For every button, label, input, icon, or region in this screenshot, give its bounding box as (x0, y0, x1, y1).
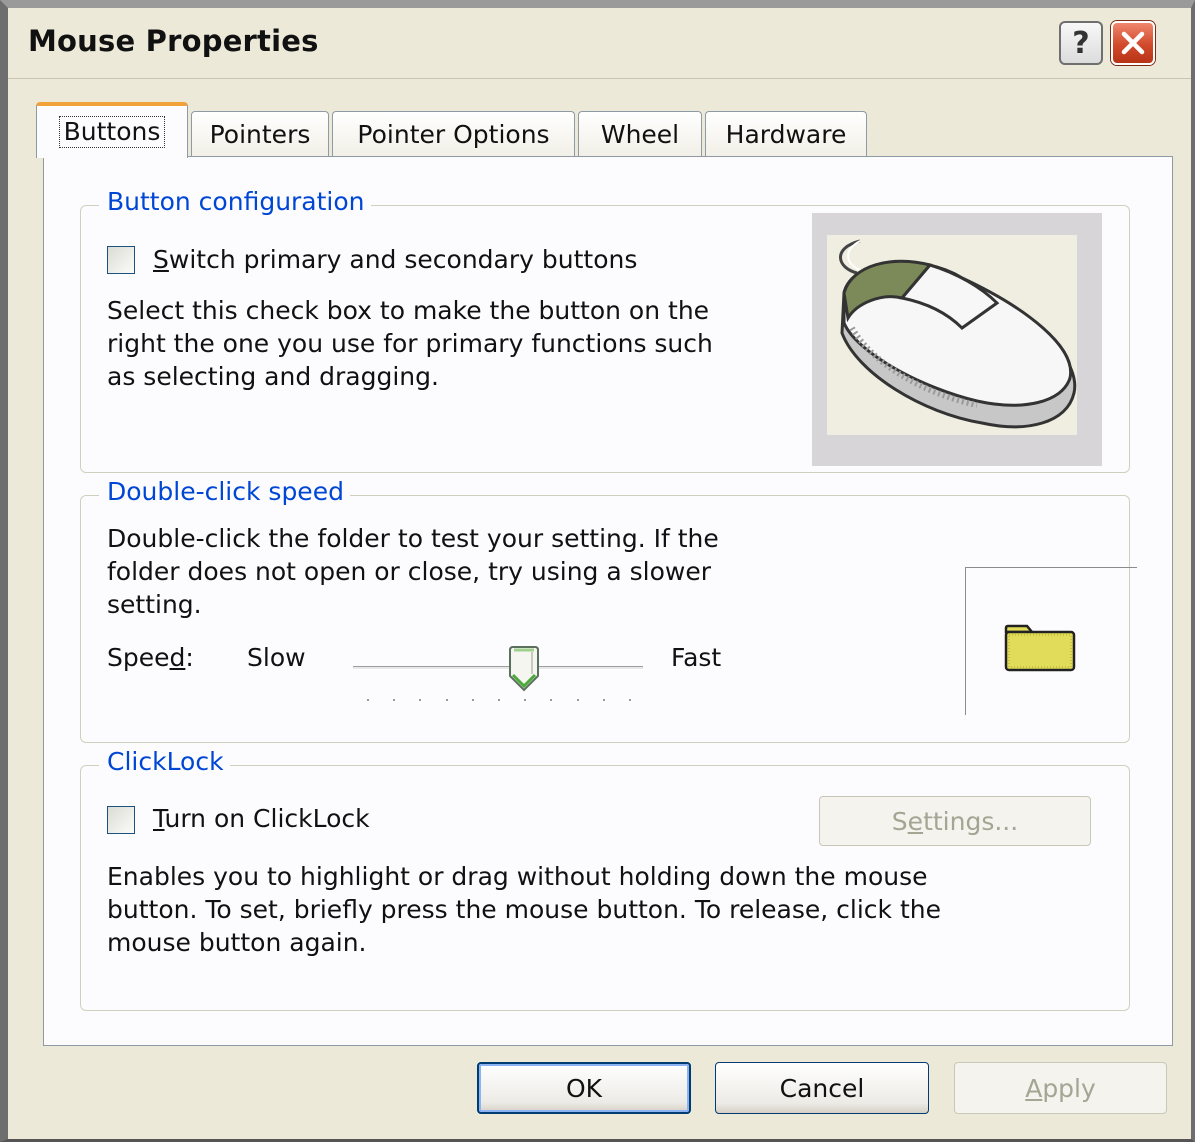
slider-tick (629, 699, 631, 701)
cancel-button[interactable]: Cancel (715, 1062, 929, 1114)
clicklock-description-line: button. To set, briefly press the mouse … (107, 895, 941, 924)
settings-button[interactable]: Se ttings... (819, 796, 1091, 846)
slider-tick (419, 699, 422, 701)
clicklock-checkbox[interactable] (107, 806, 135, 834)
double-click-description-line: folder does not open or close, try using… (107, 557, 712, 586)
double-click-description-line: Double-click the folder to test your set… (107, 524, 719, 553)
speed-slider-thumb[interactable] (508, 646, 540, 692)
ok-label: OK (565, 1073, 603, 1103)
slider-tick (471, 699, 474, 701)
tab-label: Wheel (600, 120, 680, 149)
button-config-description-line: right the one you use for primary functi… (107, 329, 713, 358)
tab-label: Pointers (209, 120, 311, 149)
speed-label: Speed: (107, 643, 194, 672)
speed-slider-track[interactable] (353, 666, 643, 670)
slider-tick (445, 699, 448, 701)
clicklock-group: ClickLock Turn on ClickLock Se ttings... … (80, 747, 1130, 1011)
cancel-label: Cancel (779, 1073, 865, 1103)
slider-tick (524, 699, 527, 701)
mouse-icon (827, 235, 1077, 435)
tab-hardware[interactable]: Hardware (705, 111, 867, 157)
help-button[interactable]: ? (1059, 21, 1103, 65)
slow-label: Slow (247, 643, 306, 672)
folder-icon[interactable] (1003, 624, 1077, 672)
double-click-speed-group: Double-click speed Double-click the fold… (80, 477, 1137, 743)
slider-tick (367, 699, 369, 701)
button-config-description-line: as selecting and dragging. (107, 362, 439, 391)
switch-buttons-checkbox[interactable] (107, 246, 135, 274)
ok-button[interactable]: OK (477, 1062, 691, 1114)
tab-label: Hardware (725, 120, 847, 149)
help-icon: ? (1072, 25, 1090, 61)
slider-tick (550, 699, 553, 701)
close-button[interactable] (1111, 21, 1155, 65)
slider-tick (576, 699, 579, 701)
slider-tick (393, 699, 396, 701)
clicklock-label[interactable]: Turn on ClickLock (153, 802, 370, 835)
slider-tick (498, 699, 500, 701)
mouse-preview (812, 213, 1102, 466)
double-click-description-line: setting. (107, 590, 202, 619)
tab-buttons[interactable]: Buttons (36, 102, 188, 158)
switch-buttons-label[interactable]: Switch primary and secondary buttons (153, 243, 637, 276)
button-config-description-line: Select this check box to make the button… (107, 296, 710, 325)
tab-pointer-options[interactable]: Pointer Options (332, 111, 575, 157)
mouse-properties-window: Mouse Properties ? Buttons Pointers Poin… (0, 0, 1195, 1142)
close-icon (1121, 31, 1145, 55)
title-bar[interactable]: Mouse Properties ? (8, 8, 1191, 79)
group-legend: Button configuration (99, 187, 371, 216)
group-legend: ClickLock (99, 747, 230, 776)
clicklock-description-line: mouse button again. (107, 928, 367, 957)
test-area (965, 567, 1137, 715)
tab-label: Pointer Options (357, 120, 550, 149)
tab-panel-buttons: Button configuration Switch primary and … (43, 156, 1173, 1046)
clicklock-description-line: Enables you to highlight or drag without… (107, 862, 928, 891)
tab-pointers[interactable]: Pointers (191, 111, 329, 157)
button-configuration-group: Button configuration Switch primary and … (80, 187, 1130, 473)
tab-wheel[interactable]: Wheel (578, 111, 702, 157)
apply-label: Apply (1025, 1073, 1096, 1103)
tab-label: Buttons (58, 116, 166, 148)
slider-tick (602, 699, 605, 701)
window-title: Mouse Properties (28, 24, 319, 58)
fast-label: Fast (671, 643, 722, 672)
group-legend: Double-click speed (99, 477, 350, 506)
apply-button[interactable]: Apply (954, 1062, 1167, 1114)
